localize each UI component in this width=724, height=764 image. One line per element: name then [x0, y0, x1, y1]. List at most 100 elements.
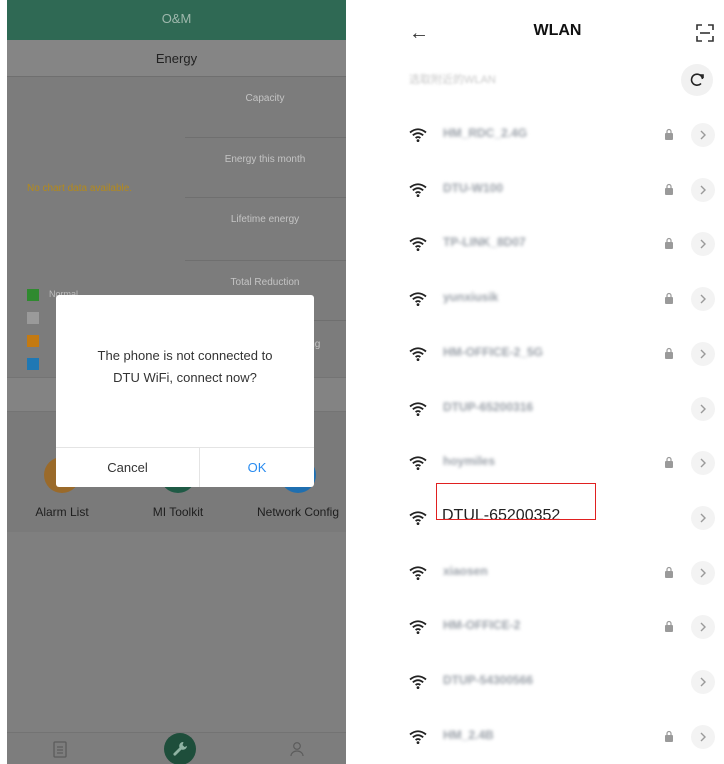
wifi-signal-icon [409, 511, 427, 525]
network-details-button[interactable] [691, 560, 715, 585]
network-details-button[interactable] [691, 670, 715, 694]
highlight-annotation [436, 483, 596, 520]
network-details-button[interactable] [691, 177, 715, 202]
energy-header: Energy [7, 40, 346, 77]
stat-divider [185, 260, 346, 261]
dialog-message-line-1: The phone is not connected to [97, 348, 273, 363]
network-row[interactable]: DTUP-65200316 [391, 387, 724, 431]
wifi-signal-icon [409, 456, 427, 471]
chevron-right-icon [700, 622, 706, 632]
chevron-right-icon [700, 568, 706, 578]
network-ssid: HM_RDC_2.4G [443, 126, 528, 140]
chevron-right-icon [700, 130, 706, 140]
network-ssid: xiaosen [443, 563, 488, 578]
chevron-right-icon [700, 404, 706, 413]
ok-button[interactable]: OK [200, 448, 314, 487]
nearby-networks-label: 选取附近的WLAN [409, 74, 496, 86]
network-row[interactable]: hoymiles [391, 441, 724, 485]
network-row[interactable]: yunxiusik [391, 277, 724, 321]
scan-icon[interactable] [696, 24, 714, 42]
lock-icon [665, 128, 673, 140]
network-ssid: TP-LINK_8D07 [443, 235, 526, 250]
page-title: WLAN [533, 22, 582, 39]
network-ssid: DTUP-54300566 [443, 673, 534, 687]
dialog-message-line-2: DTU WiFi, connect now? [113, 370, 257, 385]
stat-total-reduction-label: Total Reduction [230, 277, 300, 288]
chevron-right-icon [700, 239, 706, 249]
wifi-signal-icon [409, 675, 427, 689]
chevron-right-icon [700, 294, 706, 304]
network-details-button[interactable] [691, 287, 715, 312]
wifi-signal-icon [409, 183, 427, 197]
network-details-button[interactable] [691, 724, 715, 749]
chevron-right-icon [700, 677, 706, 687]
chevron-right-icon [700, 185, 706, 195]
stat-capacity-label: Capacity [245, 93, 285, 104]
network-details-button[interactable] [691, 232, 715, 257]
network-ssid: hoymiles [443, 454, 496, 469]
network-details-button[interactable] [691, 396, 715, 421]
lock-icon [665, 347, 673, 359]
stat-energy-month-label: Energy this month [224, 154, 306, 165]
stat-divider [185, 197, 346, 198]
network-details-button[interactable] [691, 341, 715, 366]
user-icon[interactable] [285, 737, 309, 761]
network-ssid: DTU-W100 [443, 180, 504, 195]
chevron-right-icon [700, 732, 706, 742]
empty-area [7, 532, 346, 732]
network-details-button[interactable] [691, 451, 715, 476]
wifi-signal-icon [409, 237, 427, 252]
cancel-button[interactable]: Cancel [56, 448, 199, 487]
wifi-signal-icon [409, 565, 427, 580]
network-row[interactable]: DTUP-54300566 [391, 660, 724, 704]
chevron-right-icon [700, 513, 706, 523]
chevron-right-icon [700, 349, 706, 359]
network-row[interactable]: HM-OFFICE-2 [391, 605, 724, 649]
app-title: O&M [7, 0, 346, 40]
legend-swatch [27, 312, 39, 324]
network-row[interactable]: HM_RDC_2.4G [391, 113, 724, 157]
network-ssid: yunxiusik [443, 290, 499, 305]
network-row[interactable]: HM-OFFICE-2_5G [391, 332, 724, 376]
lock-icon [665, 457, 673, 469]
lock-icon [665, 183, 673, 195]
network-ssid: DTUP-65200316 [443, 399, 534, 414]
mi-toolkit-label: MI Toolkit [152, 505, 204, 519]
chevron-right-icon [700, 458, 706, 468]
connect-dtu-dialog: The phone is not connected to DTU WiFi, … [56, 295, 314, 487]
wlan-settings-screen: ← WLAN 选取附近的WLAN HM_RDC_2.4G DTU-W100 TP-L… [391, 8, 724, 764]
wifi-signal-icon [409, 128, 427, 142]
no-chart-text: No chart data available. [27, 183, 133, 194]
network-row[interactable]: TP-LINK_8D07 [391, 222, 724, 266]
legend-swatch [27, 335, 39, 347]
stat-lifetime-energy-label: Lifetime energy [230, 214, 300, 225]
lock-icon [665, 621, 673, 633]
stat-divider [185, 137, 346, 138]
lock-icon [665, 238, 673, 250]
network-row[interactable]: xiaosen [391, 551, 724, 595]
network-details-button[interactable] [691, 505, 715, 530]
network-row[interactable]: DTU-W100 [391, 168, 724, 212]
legend-normal-swatch [27, 289, 39, 301]
lock-icon [665, 730, 673, 742]
network-ssid: HM_2.4B [443, 727, 494, 742]
network-row[interactable]: HM_2.4B [391, 715, 724, 759]
bottom-tab-bar [7, 732, 346, 764]
wifi-signal-icon [409, 347, 427, 361]
network-ssid: HM-OFFICE-2 [443, 618, 521, 633]
network-details-button[interactable] [691, 123, 715, 147]
network-config-label: Network Config [256, 505, 340, 519]
network-ssid: HM-OFFICE-2_5G [443, 344, 544, 359]
om-app-screen: O&M Energy No chart data available. Capa… [7, 0, 346, 764]
refresh-button[interactable] [681, 64, 713, 96]
lock-icon [665, 293, 673, 305]
wrench-icon[interactable] [164, 733, 196, 764]
network-details-button[interactable] [691, 615, 715, 640]
alarm-list-label: Alarm List [35, 505, 89, 519]
wifi-signal-icon [409, 401, 427, 416]
refresh-icon [690, 73, 704, 86]
wifi-signal-icon [409, 730, 427, 744]
lock-icon [665, 566, 673, 578]
clipboard-icon[interactable] [48, 737, 72, 761]
wifi-signal-icon [409, 292, 427, 307]
